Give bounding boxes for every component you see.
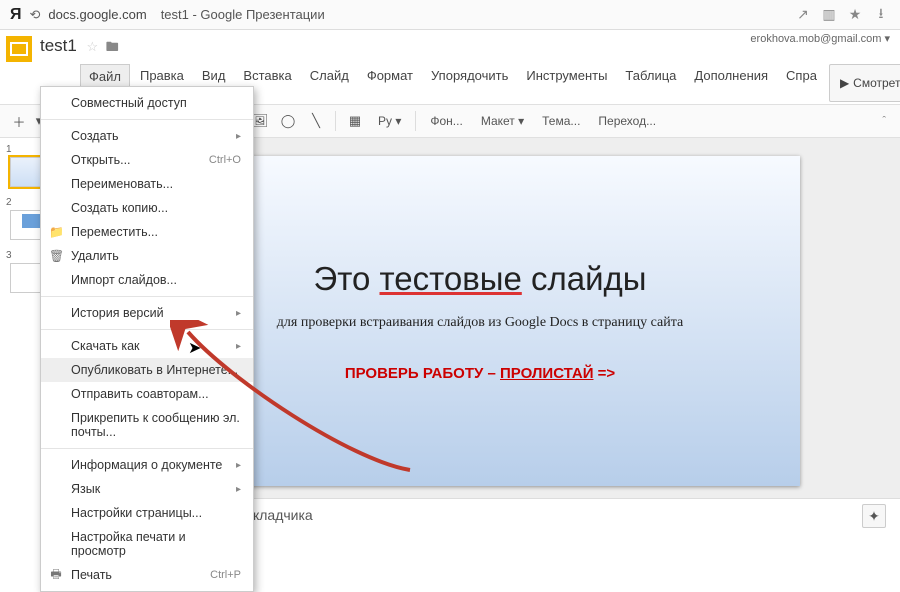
menu-addons[interactable]: Дополнения (686, 64, 776, 102)
file-menu-item[interactable]: Создать ▸ (41, 124, 253, 148)
slide-title[interactable]: Это тестовые слайды (314, 260, 647, 299)
share-icon[interactable]: ↗ (794, 6, 812, 23)
menu-item-label: Прикрепить к сообщению эл. почты... (71, 411, 241, 439)
menu-item-icon: 📁 (49, 225, 63, 239)
transition-button[interactable]: Переход... (590, 114, 664, 128)
file-menu-item[interactable]: 🗑 Удалить (41, 244, 253, 268)
reload-icon[interactable]: ⟲ (30, 7, 41, 23)
bookmark-icon[interactable]: ★ (846, 6, 864, 23)
menu-item-label: Открыть... (71, 153, 131, 167)
comment-button[interactable]: ▦ (342, 108, 368, 134)
collapse-toolbar-icon[interactable]: ˆ (882, 115, 894, 127)
lang-indicator[interactable]: Ру ▾ (370, 114, 409, 128)
submenu-arrow-icon: ▸ (236, 308, 241, 319)
menu-item-label: Настройки страницы... (71, 506, 202, 520)
menu-item-shortcut: Ctrl+O (209, 154, 241, 166)
slides-logo[interactable] (6, 36, 32, 62)
menu-item-label: Скачать как (71, 339, 140, 353)
menu-item-label: Отправить соавторам... (71, 387, 209, 401)
file-menu-item[interactable]: 📁 Переместить... (41, 220, 253, 244)
menu-item-icon: 🗑 (49, 249, 63, 263)
new-slide-button[interactable]: ＋ (6, 108, 32, 134)
browser-chrome: Я ⟲ docs.google.com test1 - Google Презе… (0, 0, 900, 30)
menu-item-label: Совместный доступ (71, 96, 187, 110)
menu-help[interactable]: Спра (778, 64, 825, 102)
menu-item-label: Опубликовать в Интернете... (71, 363, 238, 377)
file-menu-item[interactable]: Прикрепить к сообщению эл. почты... (41, 406, 253, 444)
menu-arrange[interactable]: Упорядочить (423, 64, 516, 102)
submenu-arrow-icon: ▸ (236, 460, 241, 471)
file-menu-item[interactable]: Настройки страницы... (41, 501, 253, 525)
menu-format[interactable]: Формат (359, 64, 421, 102)
background-button[interactable]: Фон... (422, 114, 470, 128)
menu-table[interactable]: Таблица (617, 64, 684, 102)
shield-icon[interactable]: ▥ (820, 6, 838, 23)
submenu-arrow-icon: ▸ (236, 131, 241, 142)
file-menu-item[interactable]: Переименовать... (41, 172, 253, 196)
slide-action-text[interactable]: ПРОВЕРЬ РАБОТУ – ПРОЛИСТАЙ => (345, 365, 615, 383)
menu-item-label: Удалить (71, 249, 119, 263)
menu-tools[interactable]: Инструменты (518, 64, 615, 102)
file-menu-item[interactable]: 🖶 Печать Ctrl+P (41, 563, 253, 587)
slide-subtitle[interactable]: для проверки встраивания слайдов из Goog… (277, 315, 683, 331)
menu-slide[interactable]: Слайд (302, 64, 357, 102)
yandex-logo: Я (10, 6, 22, 24)
document-title[interactable]: test1 (40, 36, 77, 56)
menu-item-shortcut: Ctrl+P (210, 569, 241, 581)
file-menu-item[interactable]: Скачать как ▸ (41, 334, 253, 358)
theme-button[interactable]: Тема... (534, 114, 588, 128)
menu-item-label: Переместить... (71, 225, 158, 239)
download-icon[interactable]: ⭳ (872, 3, 890, 27)
file-menu-item[interactable]: Открыть... Ctrl+O (41, 148, 253, 172)
menu-item-label: Создать копию... (71, 201, 168, 215)
menu-item-label: Импорт слайдов... (71, 273, 177, 287)
url-domain[interactable]: docs.google.com (48, 7, 146, 22)
line-tool[interactable]: ╲ (303, 108, 329, 134)
file-menu-item[interactable]: Информация о документе ▸ (41, 453, 253, 477)
shape-tool[interactable]: ◯ (275, 108, 301, 134)
folder-icon[interactable]: 🖿 (106, 39, 119, 54)
file-menu-item[interactable]: Опубликовать в Интернете... (41, 358, 253, 382)
file-menu-item[interactable]: Импорт слайдов... (41, 268, 253, 292)
menu-item-label: История версий (71, 306, 164, 320)
submenu-arrow-icon: ▸ (236, 341, 241, 352)
layout-button[interactable]: Макет ▾ (473, 114, 532, 128)
file-menu-item[interactable]: Совместный доступ (41, 91, 253, 115)
file-menu-item[interactable]: История версий ▸ (41, 301, 253, 325)
menu-item-label: Переименовать... (71, 177, 173, 191)
menu-item-label: Информация о документе (71, 458, 222, 472)
menu-item-label: Настройка печати и просмотр (71, 530, 241, 558)
file-menu-item[interactable]: Отправить соавторам... (41, 382, 253, 406)
slide[interactable]: Это тестовые слайды для проверки встраив… (160, 156, 800, 486)
file-menu-item[interactable]: Язык ▸ (41, 477, 253, 501)
explore-button[interactable]: ✦ (862, 504, 886, 528)
menu-item-label: Создать (71, 129, 119, 143)
menu-item-label: Печать (71, 568, 112, 582)
menu-item-icon: 🖶 (49, 565, 63, 586)
menu-item-label: Язык (71, 482, 100, 496)
user-email[interactable]: erokhova.mob@gmail.com ▾ (750, 32, 890, 45)
submenu-arrow-icon: ▸ (236, 484, 241, 495)
file-menu-item[interactable]: Создать копию... (41, 196, 253, 220)
present-button[interactable]: ▶ Смотреть ▼ (829, 64, 900, 102)
page-title: test1 - Google Презентации (161, 7, 325, 22)
file-menu-item[interactable]: Настройка печати и просмотр (41, 525, 253, 563)
file-menu-dropdown: Совместный доступ Создать ▸ Открыть... Ctrl+… (40, 86, 254, 592)
star-icon[interactable]: ☆ (86, 39, 98, 54)
